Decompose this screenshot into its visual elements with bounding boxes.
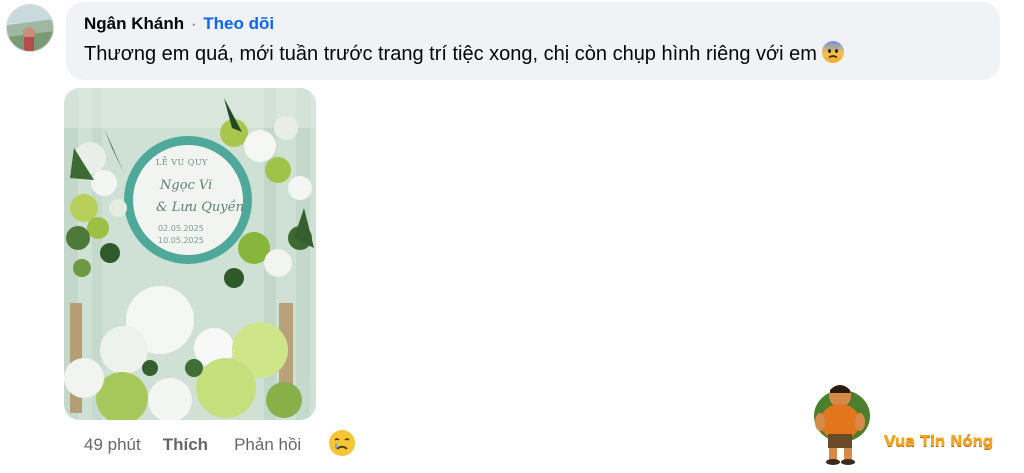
like-button[interactable]: Thích <box>163 435 208 455</box>
comment-timestamp[interactable]: 49 phút <box>84 435 141 455</box>
header-separator: · <box>190 14 197 33</box>
comment-text: Thương em quá, mới tuần trước trang trí … <box>84 40 982 72</box>
avatar[interactable] <box>6 4 54 52</box>
follow-button[interactable]: Theo dõi <box>203 14 274 33</box>
sign-name-line-2: & Lưu Quyền <box>156 200 244 215</box>
sign-name-line-1: Ngọc Vi <box>160 178 213 193</box>
comment-actions: 49 phút Thích Phản hồi <box>84 429 357 458</box>
sign-title: LỄ VU QUY <box>156 158 208 167</box>
comment-header: Ngân Khánh · Theo dõi <box>84 13 982 35</box>
wedding-decor-image <box>64 88 316 420</box>
crying-face-icon[interactable] <box>327 428 357 463</box>
avatar-image <box>7 5 53 51</box>
mascot-logo <box>814 385 870 465</box>
comment-bubble: Ngân Khánh · Theo dõi Thương em quá, mới… <box>66 2 1000 80</box>
watermark-brand: Vua Tin Nóng <box>884 432 994 450</box>
sign-date-1: 02.05.2025 <box>158 224 204 233</box>
watermark: Vua Tin Nóng <box>808 376 1018 466</box>
author-name[interactable]: Ngân Khánh <box>84 14 184 33</box>
comment-body: Thương em quá, mới tuần trước trang trí … <box>84 43 817 65</box>
sign-date-2: 10.05.2025 <box>158 236 204 245</box>
attached-photo[interactable]: LỄ VU QUY Ngọc Vi & Lưu Quyền 02.05.2025… <box>64 88 316 420</box>
reply-button[interactable]: Phản hồi <box>234 435 301 455</box>
anxious-face-with-sweat-icon <box>821 40 845 72</box>
